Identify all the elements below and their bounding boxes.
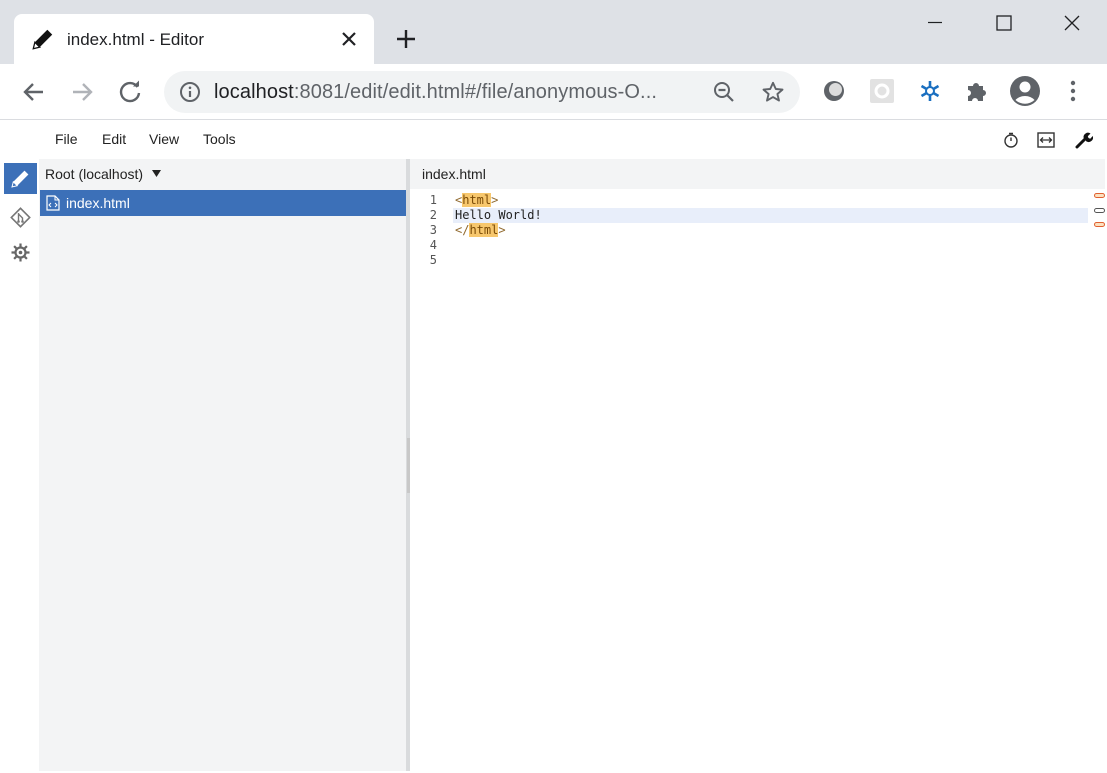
- caret-down-icon[interactable]: [151, 168, 162, 179]
- line-number: 5: [429, 253, 437, 267]
- gear-icon: [11, 243, 30, 262]
- minimize-icon[interactable]: [912, 8, 958, 38]
- tab-title: index.html - Editor: [67, 30, 204, 49]
- url-path: :8081/edit/edit.html#/file/anonymous-O..…: [293, 81, 658, 103]
- tag-name: html: [469, 223, 499, 237]
- browser-tab[interactable]: index.html - Editor: [14, 14, 374, 64]
- tag-name: html: [462, 193, 492, 207]
- extension-snowflake-icon[interactable]: [917, 78, 943, 104]
- root-label[interactable]: Root (localhost): [45, 166, 143, 182]
- activity-bar: [2, 159, 39, 771]
- git-icon: [10, 207, 31, 228]
- html-file-icon: [46, 195, 60, 211]
- ruler-match-mark: [1094, 193, 1105, 198]
- overview-ruler[interactable]: [1093, 191, 1105, 231]
- url-text[interactable]: localhost:8081/edit/edit.html#/file/anon…: [214, 81, 657, 104]
- reload-icon[interactable]: [116, 78, 144, 106]
- activity-settings[interactable]: [4, 237, 37, 268]
- line-number: 1: [429, 193, 437, 207]
- info-icon[interactable]: [179, 81, 201, 103]
- line-number: 2: [429, 208, 437, 222]
- menu-view[interactable]: View: [149, 131, 179, 147]
- active-line-highlight: [453, 208, 1088, 223]
- extension-circle-icon[interactable]: [821, 78, 847, 104]
- activity-git[interactable]: [4, 202, 37, 233]
- menu-edit[interactable]: Edit: [102, 131, 126, 147]
- wrench-icon[interactable]: [1075, 131, 1093, 149]
- file-item[interactable]: index.html: [40, 190, 406, 216]
- profile-avatar-icon[interactable]: [1009, 75, 1041, 107]
- line-number: 3: [429, 223, 437, 237]
- code-line-1[interactable]: <html>: [455, 193, 498, 208]
- code-line-2[interactable]: Hello World!: [455, 208, 542, 223]
- window-close-icon[interactable]: [1048, 8, 1094, 38]
- bookmark-star-icon[interactable]: [761, 80, 785, 104]
- maximize-icon[interactable]: [980, 8, 1026, 38]
- timer-icon[interactable]: [1002, 131, 1020, 149]
- close-icon[interactable]: [338, 28, 360, 50]
- new-tab-icon[interactable]: [394, 27, 418, 51]
- menu-kebab-icon[interactable]: [1062, 78, 1084, 104]
- extension-gear-icon[interactable]: [869, 78, 895, 104]
- browser-titlebar: index.html - Editor: [0, 0, 1107, 64]
- menu-file[interactable]: File: [55, 131, 78, 147]
- forward-icon[interactable]: [68, 78, 96, 106]
- pencil-icon: [32, 29, 53, 50]
- url-host: localhost: [214, 81, 294, 103]
- ruler-match-mark: [1094, 222, 1105, 227]
- tag-bracket: </: [455, 223, 470, 237]
- width-icon[interactable]: [1037, 131, 1055, 149]
- back-icon[interactable]: [20, 78, 48, 106]
- menu-tools[interactable]: Tools: [203, 131, 236, 147]
- file-item-label: index.html: [66, 195, 130, 211]
- editor-tabbar: index.html: [410, 159, 1105, 189]
- pencil-icon: [11, 170, 29, 188]
- tag-bracket: >: [491, 193, 499, 207]
- extensions-puzzle-icon[interactable]: [964, 78, 990, 104]
- editor-tab[interactable]: index.html: [422, 166, 486, 182]
- activity-edit[interactable]: [4, 163, 37, 194]
- tag-bracket: >: [498, 223, 506, 237]
- code-line-3[interactable]: </html>: [455, 223, 506, 238]
- address-bar[interactable]: localhost:8081/edit/edit.html#/file/anon…: [164, 71, 800, 113]
- ruler-cursor-mark: [1094, 208, 1105, 213]
- zoom-out-icon[interactable]: [712, 80, 736, 104]
- app-menubar: File Edit View Tools: [0, 121, 1107, 159]
- line-number: 4: [429, 238, 437, 252]
- browser-toolbar: localhost:8081/edit/edit.html#/file/anon…: [0, 64, 1107, 120]
- file-tree-panel: Root (localhost) index.html: [39, 159, 408, 771]
- code-editor[interactable]: index.html 1 2 3 4 5 <html> Hello World!…: [410, 159, 1105, 771]
